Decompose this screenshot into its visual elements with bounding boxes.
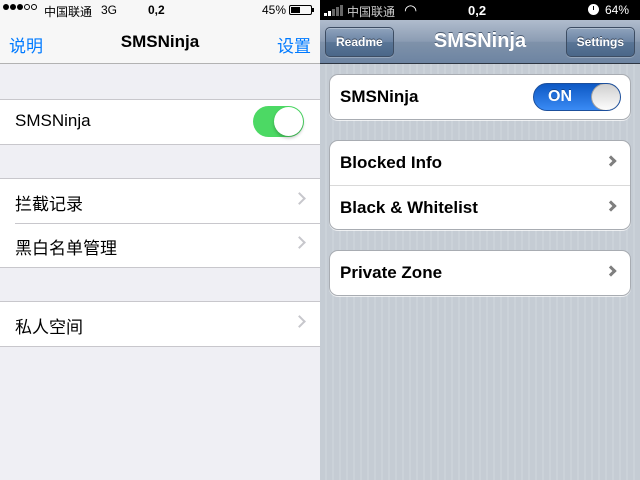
battery-icon	[289, 5, 314, 15]
ios6-screen: 中国联通 ◠ 0,2 64% Readme SMSNinja Settings …	[320, 0, 640, 480]
toggle-label: SMSNinja	[340, 87, 419, 106]
battery-percent: 64%	[605, 3, 630, 17]
list-item-label: Private Zone	[340, 263, 443, 282]
chevron-right-icon	[293, 236, 306, 249]
switch-state-text: ON	[548, 88, 572, 105]
nav-title: SMSNinja	[120, 32, 200, 51]
list-item-private-space[interactable]: 私人空间	[0, 302, 320, 346]
toggle-group: SMSNinja	[0, 99, 320, 145]
list-item-label: 私人空间	[15, 318, 83, 337]
switch-knob	[274, 107, 303, 136]
signal-strength-icon	[3, 4, 37, 10]
records-group: Blocked Info Black & Whitelist	[329, 140, 631, 230]
chevron-right-icon	[605, 265, 617, 277]
status-bar: 中国联通 3G 0,2 45%	[0, 0, 320, 20]
list-item-private-zone[interactable]: Private Zone	[330, 251, 630, 295]
list-item-black-white-list[interactable]: 黑白名单管理	[0, 223, 320, 267]
switch-knob	[591, 84, 620, 110]
signal-strength-icon	[324, 5, 343, 16]
list-item-black-whitelist[interactable]: Black & Whitelist	[330, 185, 630, 229]
battery-percent: 45%	[262, 3, 287, 17]
navigation-bar: Readme SMSNinja Settings	[320, 20, 640, 64]
private-group: 私人空间	[0, 301, 320, 347]
list-item-label: Blocked Info	[340, 153, 443, 172]
status-bar: 中国联通 ◠ 0,2 64%	[320, 0, 640, 20]
clock-icon	[588, 4, 599, 15]
carrier-name: 中国联通	[347, 5, 396, 19]
wifi-icon: ◠	[404, 2, 418, 19]
records-group: 拦截记录 黑白名单管理	[0, 178, 320, 268]
private-group: Private Zone	[329, 250, 631, 296]
list-item-blocked-records[interactable]: 拦截记录	[0, 179, 320, 223]
status-time: 0,2	[468, 3, 487, 18]
chevron-right-icon	[605, 155, 617, 167]
chevron-right-icon	[293, 315, 306, 328]
smsninja-toggle-row: SMSNinja	[0, 100, 320, 144]
navigation-bar: 说明 SMSNinja 设置	[0, 20, 320, 64]
list-item-label: Black & Whitelist	[340, 198, 478, 217]
settings-button[interactable]: 设置	[277, 32, 311, 57]
status-time: 0,2	[148, 3, 165, 17]
chevron-right-icon	[293, 192, 306, 205]
chevron-right-icon	[605, 200, 617, 212]
carrier-name: 中国联通	[44, 5, 93, 19]
network-type: 3G	[101, 3, 118, 17]
smsninja-switch[interactable]	[253, 106, 304, 137]
toggle-label: SMSNinja	[15, 111, 91, 130]
list-item-label: 黑白名单管理	[15, 239, 117, 258]
toggle-group: SMSNinja ON	[329, 74, 631, 120]
smsninja-toggle-row: SMSNinja ON	[330, 75, 630, 119]
smsninja-switch[interactable]: ON	[533, 83, 621, 111]
list-item-label: 拦截记录	[15, 195, 83, 214]
ios7-screen: 中国联通 3G 0,2 45% 说明 SMSNinja 设置 SMSNinja …	[0, 0, 320, 480]
settings-button[interactable]: Settings	[565, 27, 635, 57]
list-item-blocked-info[interactable]: Blocked Info	[330, 141, 630, 185]
